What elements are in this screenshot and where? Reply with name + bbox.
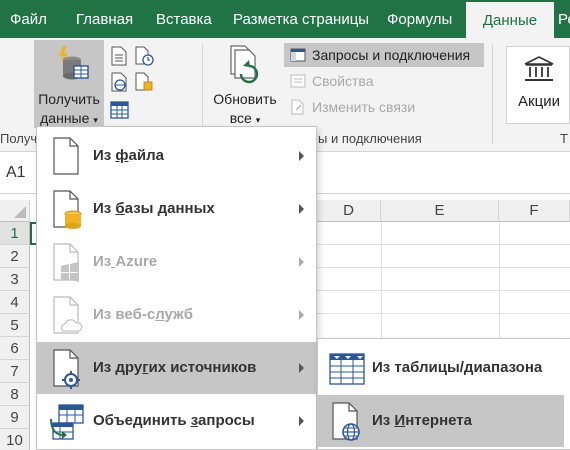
other-sources-submenu: Из таблицы/диапазона Из Интернета bbox=[317, 338, 570, 450]
properties-button[interactable]: Свойства bbox=[284, 69, 484, 93]
row-header-5[interactable]: 5 bbox=[0, 314, 30, 337]
queries-pane-icon bbox=[290, 48, 306, 62]
grid-line bbox=[317, 290, 570, 291]
from-table-icon bbox=[110, 101, 129, 119]
col-header-d[interactable]: D bbox=[317, 200, 381, 222]
grid-line bbox=[499, 222, 500, 338]
group-label-data-types: Т bbox=[560, 131, 568, 146]
submenu-item-from-table-range[interactable]: Из таблицы/диапазона bbox=[318, 342, 564, 394]
submenu-arrow-icon bbox=[299, 416, 304, 426]
select-all-corner[interactable] bbox=[0, 200, 30, 222]
recent-sources-icon bbox=[135, 46, 154, 66]
other-sources-icon bbox=[53, 349, 80, 389]
submenu-arrow-icon bbox=[299, 257, 304, 267]
submenu-arrow-icon bbox=[299, 151, 304, 161]
file-icon bbox=[53, 137, 79, 175]
get-data-button[interactable]: Получить данные ▾ bbox=[34, 40, 104, 128]
name-box[interactable]: A1 bbox=[6, 164, 26, 182]
menu-item-label: Из базы данных bbox=[93, 200, 215, 217]
menu-item-label: Из файла bbox=[93, 147, 164, 164]
group-label-queries: ы и подключения bbox=[318, 131, 422, 146]
tab-file[interactable]: Файл bbox=[10, 0, 47, 38]
row-header-7[interactable]: 7 bbox=[0, 360, 30, 383]
menu-item-label: Объединить запросы bbox=[93, 412, 255, 429]
row-header-10[interactable]: 10 bbox=[0, 429, 30, 450]
database-icon bbox=[53, 190, 82, 229]
get-data-icon bbox=[59, 46, 89, 80]
get-data-label-1: Получить bbox=[38, 91, 100, 107]
menu-item-label: Из других источников bbox=[93, 359, 257, 376]
menu-item-label: Из Azure bbox=[93, 253, 158, 270]
row-header-8[interactable]: 8 bbox=[0, 383, 30, 406]
submenu-arrow-icon bbox=[299, 204, 304, 214]
menu-item-from-azure[interactable]: Из Azure bbox=[37, 236, 316, 288]
azure-icon bbox=[53, 243, 79, 282]
from-text-icon bbox=[111, 46, 127, 66]
select-all-triangle-icon bbox=[14, 206, 26, 218]
existing-connections-icon bbox=[135, 72, 153, 91]
menu-item-from-other-sources[interactable]: Из других источников bbox=[37, 342, 316, 394]
row-header-1[interactable]: 1 bbox=[0, 222, 30, 245]
tab-insert[interactable]: Вставка bbox=[156, 0, 212, 38]
combine-queries-icon bbox=[50, 404, 84, 440]
ribbon-separator-2 bbox=[492, 44, 493, 144]
web-globe-icon bbox=[332, 402, 360, 441]
refresh-all-button[interactable]: Обновить все ▾ bbox=[208, 40, 282, 128]
row-header-9[interactable]: 9 bbox=[0, 406, 30, 429]
ribbon-tab-bar: Файл Главная Вставка Разметка страницы Ф… bbox=[0, 0, 570, 38]
tab-review[interactable]: Ре bbox=[558, 0, 570, 38]
stocks-label: Акции bbox=[518, 93, 560, 110]
tab-formulas[interactable]: Формулы bbox=[387, 0, 452, 38]
menu-item-from-file[interactable]: Из файла bbox=[37, 130, 316, 182]
menu-item-from-online-services[interactable]: Из веб-служб bbox=[37, 289, 316, 341]
col-header-e[interactable]: E bbox=[381, 200, 499, 222]
edit-links-button[interactable]: Изменить связи bbox=[284, 95, 484, 119]
row-header-6[interactable]: 6 bbox=[0, 337, 30, 360]
table-icon bbox=[329, 353, 365, 385]
get-data-menu: Из файла Из базы данных Из Azure Из веб-… bbox=[36, 126, 317, 450]
refresh-all-icon bbox=[230, 45, 259, 84]
refresh-all-label-1: Обновить bbox=[213, 91, 277, 107]
grid-line bbox=[317, 244, 570, 245]
submenu-arrow-icon bbox=[299, 310, 304, 320]
menu-item-from-database[interactable]: Из базы данных bbox=[37, 183, 316, 235]
from-web-icon bbox=[111, 72, 127, 92]
row-header-3[interactable]: 3 bbox=[0, 268, 30, 291]
tab-data[interactable]: Данные bbox=[466, 2, 554, 38]
bank-icon bbox=[524, 56, 554, 81]
grid-line bbox=[381, 222, 382, 338]
row-header-4[interactable]: 4 bbox=[0, 291, 30, 314]
row-header-2[interactable]: 2 bbox=[0, 245, 30, 268]
menu-item-combine-queries[interactable]: Объединить запросы bbox=[37, 395, 316, 447]
menu-item-label: Из веб-служб bbox=[93, 306, 193, 323]
tab-home[interactable]: Главная bbox=[76, 0, 133, 38]
queries-connections-label: Запросы и подключения bbox=[312, 47, 471, 63]
cloud-icon bbox=[53, 296, 83, 334]
submenu-item-label: Из Интернета bbox=[372, 412, 472, 429]
properties-label: Свойства bbox=[312, 73, 374, 89]
grid-line bbox=[317, 313, 570, 314]
submenu-item-label: Из таблицы/диапазона bbox=[372, 359, 543, 376]
submenu-arrow-icon bbox=[299, 363, 304, 373]
stocks-button[interactable]: Акции bbox=[506, 46, 570, 124]
col-header-f[interactable]: F bbox=[499, 200, 570, 222]
submenu-item-from-web[interactable]: Из Интернета bbox=[318, 395, 564, 447]
properties-icon bbox=[290, 74, 306, 88]
tab-page-layout[interactable]: Разметка страницы bbox=[233, 0, 369, 38]
edit-links-icon bbox=[291, 99, 304, 115]
grid-line bbox=[317, 267, 570, 268]
queries-connections-button[interactable]: Запросы и подключения bbox=[284, 43, 484, 67]
edit-links-label: Изменить связи bbox=[312, 99, 416, 115]
